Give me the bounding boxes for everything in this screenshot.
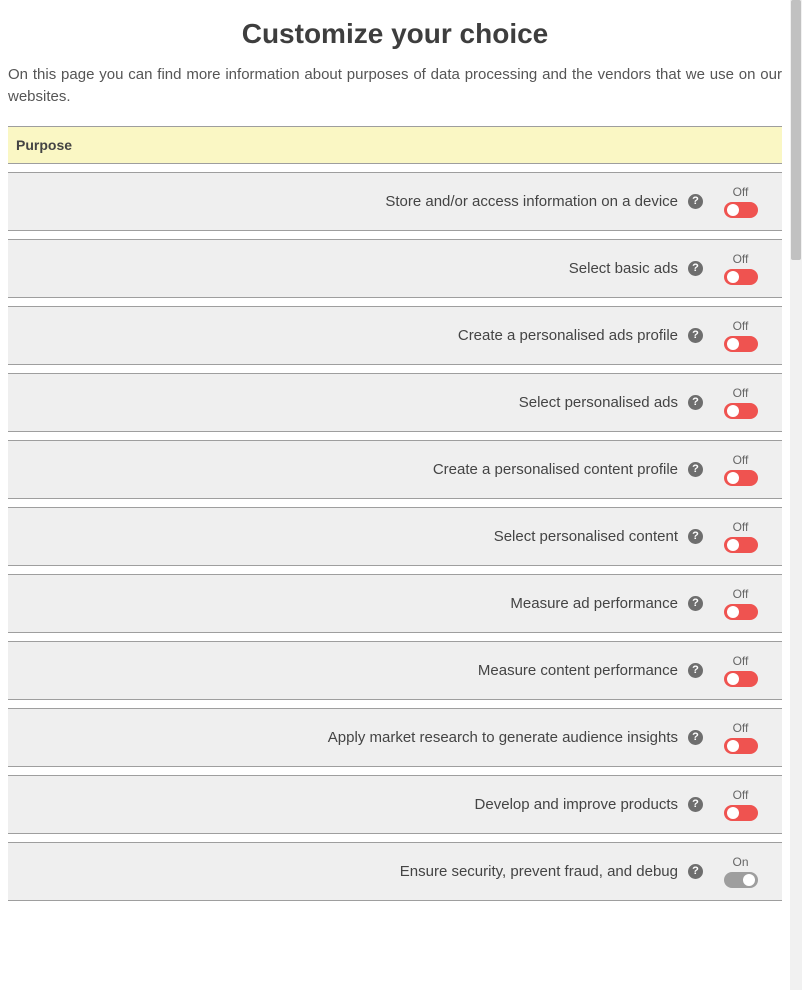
purpose-toggle[interactable] — [724, 537, 758, 553]
purpose-block: Ensure security, prevent fraud, and debu… — [8, 842, 782, 901]
purpose-block: Measure content performance? Off — [8, 641, 782, 700]
purpose-toggle[interactable] — [724, 403, 758, 419]
purpose-row: Create a personalised content profile? Of… — [8, 440, 782, 499]
purpose-block: Apply market research to generate audien… — [8, 708, 782, 767]
toggle-state-label: Off — [733, 252, 749, 266]
purpose-row: Store and/or access information on a dev… — [8, 172, 782, 231]
toggle-state-label: Off — [733, 587, 749, 601]
purpose-label: Create a personalised content profile — [433, 461, 678, 478]
toggle-knob — [727, 338, 739, 350]
toggle-wrap: Off — [713, 587, 768, 620]
page-title: Customize your choice — [8, 18, 782, 50]
purpose-label: Create a personalised ads profile — [458, 327, 678, 344]
purpose-row: Select personalised ads? Off — [8, 373, 782, 432]
purpose-list: Store and/or access information on a dev… — [8, 172, 782, 901]
toggle-knob — [727, 740, 739, 752]
purpose-toggle[interactable] — [724, 604, 758, 620]
toggle-wrap: Off — [713, 654, 768, 687]
purpose-label: Select basic ads — [569, 260, 678, 277]
toggle-wrap: Off — [713, 386, 768, 419]
toggle-wrap: On — [713, 855, 768, 888]
toggle-knob — [727, 271, 739, 283]
purpose-toggle[interactable] — [724, 671, 758, 687]
help-icon[interactable]: ? — [688, 797, 703, 812]
purpose-block: Create a personalised ads profile? Off — [8, 306, 782, 365]
purpose-toggle[interactable] — [724, 336, 758, 352]
purpose-toggle[interactable] — [724, 202, 758, 218]
toggle-knob — [727, 472, 739, 484]
scrollbar-track[interactable] — [790, 0, 802, 990]
purpose-toggle[interactable] — [724, 805, 758, 821]
toggle-wrap: Off — [713, 252, 768, 285]
purpose-label: Measure ad performance — [510, 595, 678, 612]
help-icon[interactable]: ? — [688, 663, 703, 678]
toggle-state-label: Off — [733, 654, 749, 668]
purpose-label: Select personalised ads — [519, 394, 678, 411]
purpose-label: Ensure security, prevent fraud, and debu… — [400, 863, 678, 880]
purpose-row: Measure content performance? Off — [8, 641, 782, 700]
purpose-row: Select basic ads? Off — [8, 239, 782, 298]
toggle-knob — [727, 539, 739, 551]
help-icon[interactable]: ? — [688, 596, 703, 611]
help-icon[interactable]: ? — [688, 194, 703, 209]
help-icon[interactable]: ? — [688, 529, 703, 544]
purpose-row: Create a personalised ads profile? Off — [8, 306, 782, 365]
intro-text: On this page you can find more informati… — [8, 64, 782, 108]
toggle-state-label: Off — [733, 319, 749, 333]
toggle-wrap: Off — [713, 185, 768, 218]
table-header-purpose: Purpose — [8, 126, 782, 164]
purpose-label: Store and/or access information on a dev… — [385, 193, 678, 210]
help-icon[interactable]: ? — [688, 864, 703, 879]
toggle-knob — [727, 673, 739, 685]
purpose-toggle[interactable] — [724, 872, 758, 888]
toggle-knob — [727, 807, 739, 819]
help-icon[interactable]: ? — [688, 328, 703, 343]
purpose-block: Create a personalised content profile? Of… — [8, 440, 782, 499]
toggle-state-label: Off — [733, 520, 749, 534]
purpose-block: Store and/or access information on a dev… — [8, 172, 782, 231]
purpose-toggle[interactable] — [724, 269, 758, 285]
help-icon[interactable]: ? — [688, 730, 703, 745]
purpose-block: Develop and improve products? Off — [8, 775, 782, 834]
toggle-wrap: Off — [713, 520, 768, 553]
purpose-label: Develop and improve products — [475, 796, 678, 813]
purpose-row: Ensure security, prevent fraud, and debu… — [8, 842, 782, 901]
purpose-toggle[interactable] — [724, 738, 758, 754]
purpose-label: Apply market research to generate audien… — [328, 729, 678, 746]
toggle-knob — [727, 204, 739, 216]
toggle-wrap: Off — [713, 721, 768, 754]
toggle-knob — [727, 606, 739, 618]
purpose-block: Select basic ads? Off — [8, 239, 782, 298]
purpose-label: Select personalised content — [494, 528, 678, 545]
toggle-state-label: Off — [733, 453, 749, 467]
toggle-state-label: Off — [733, 721, 749, 735]
toggle-wrap: Off — [713, 453, 768, 486]
scrollbar-thumb[interactable] — [791, 0, 801, 260]
purpose-row: Apply market research to generate audien… — [8, 708, 782, 767]
scroll-area[interactable]: Customize your choice On this page you c… — [0, 0, 790, 990]
toggle-wrap: Off — [713, 788, 768, 821]
purpose-row: Select personalised content? Off — [8, 507, 782, 566]
help-icon[interactable]: ? — [688, 462, 703, 477]
purpose-row: Measure ad performance? Off — [8, 574, 782, 633]
toggle-state-label: Off — [733, 386, 749, 400]
toggle-knob — [743, 874, 755, 886]
purpose-label: Measure content performance — [478, 662, 678, 679]
help-icon[interactable]: ? — [688, 395, 703, 410]
help-icon[interactable]: ? — [688, 261, 703, 276]
purpose-toggle[interactable] — [724, 470, 758, 486]
purpose-block: Select personalised ads? Off — [8, 373, 782, 432]
toggle-knob — [727, 405, 739, 417]
toggle-state-label: Off — [733, 185, 749, 199]
toggle-state-label: On — [732, 855, 748, 869]
purpose-row: Develop and improve products? Off — [8, 775, 782, 834]
purpose-block: Select personalised content? Off — [8, 507, 782, 566]
purpose-block: Measure ad performance? Off — [8, 574, 782, 633]
toggle-state-label: Off — [733, 788, 749, 802]
toggle-wrap: Off — [713, 319, 768, 352]
